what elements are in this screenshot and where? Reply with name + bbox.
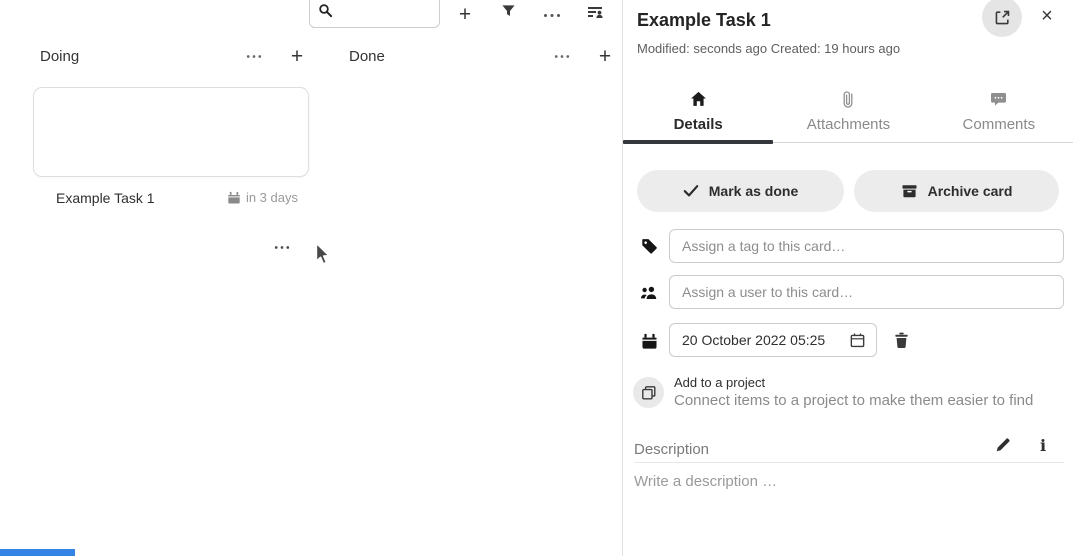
add-to-project-title[interactable]: Add to a project — [674, 375, 765, 390]
tag-icon — [640, 237, 658, 255]
mouse-cursor — [315, 242, 332, 272]
due-date-field[interactable]: 20 October 2022 05:25 — [669, 323, 877, 357]
tab-details[interactable]: Details — [623, 78, 773, 142]
due-label: in 3 days — [246, 190, 298, 205]
add-to-project-subtitle: Connect items to a project to make them … — [674, 392, 1033, 409]
button-label: Mark as done — [709, 183, 798, 199]
description-label: Description — [634, 441, 709, 458]
home-icon — [690, 90, 707, 108]
assign-tag-input[interactable] — [669, 229, 1064, 263]
trash-icon — [894, 332, 909, 349]
column-header-done: Done — [349, 44, 385, 68]
column-header-doing: Doing — [40, 44, 79, 68]
assignee-list-icon — [587, 4, 604, 25]
card-due-date: in 3 days — [227, 190, 298, 205]
archive-card-button[interactable]: Archive card — [854, 170, 1059, 212]
add-card-button[interactable]: + — [450, 0, 480, 28]
description-separator — [634, 462, 1064, 463]
board-menu-button[interactable] — [537, 0, 567, 28]
close-panel-button[interactable]: × — [1035, 4, 1059, 28]
column-done-menu-button[interactable] — [550, 44, 574, 68]
card-menu-button[interactable] — [270, 235, 294, 259]
search-input-box[interactable] — [309, 0, 440, 28]
panel-tabs: Details Attachments Comments — [623, 78, 1073, 143]
tab-label: Details — [674, 116, 723, 133]
edit-description-button[interactable] — [995, 436, 1012, 453]
mark-as-done-button[interactable]: Mark as done — [637, 170, 844, 212]
tab-attachments[interactable]: Attachments — [773, 78, 923, 142]
stacked-windows-icon — [641, 385, 657, 401]
date-picker-button[interactable] — [849, 332, 866, 349]
open-in-window-button[interactable] — [982, 0, 1022, 37]
users-icon — [640, 283, 658, 301]
tab-label: Comments — [963, 116, 1036, 133]
assign-user-input[interactable] — [669, 275, 1064, 309]
panel-title: Example Task 1 — [637, 10, 771, 31]
plus-icon: + — [599, 46, 611, 67]
search-input[interactable] — [337, 0, 437, 24]
description-info-button[interactable]: i — [1040, 436, 1046, 455]
button-label: Archive card — [928, 183, 1013, 199]
archive-icon — [901, 183, 918, 199]
filter-button[interactable] — [493, 0, 523, 28]
view-options-button[interactable] — [580, 0, 610, 28]
ellipsis-icon — [246, 54, 262, 59]
tab-label: Attachments — [807, 116, 890, 133]
comment-icon — [990, 90, 1007, 108]
plus-icon: + — [459, 4, 471, 25]
column-done-add-button[interactable]: + — [593, 44, 617, 68]
card-details-panel: Example Task 1 Modified: seconds ago Cre… — [622, 0, 1073, 556]
column-doing-add-button[interactable]: + — [285, 44, 309, 68]
project-badge[interactable] — [633, 377, 664, 408]
accent-progress-strip — [0, 549, 75, 556]
kanban-board: + Doing + Done + Example Task 1 — [0, 0, 622, 556]
funnel-icon — [501, 4, 516, 24]
tab-comments[interactable]: Comments — [924, 78, 1073, 142]
pencil-icon — [995, 436, 1012, 453]
task-card[interactable]: Example Task 1 in 3 days — [33, 87, 309, 177]
info-icon: i — [1040, 436, 1046, 455]
calendar-icon — [640, 332, 658, 350]
external-link-icon — [994, 9, 1011, 26]
ellipsis-icon — [543, 5, 561, 23]
column-doing-menu-button[interactable] — [242, 44, 266, 68]
ellipsis-icon — [554, 54, 570, 59]
check-icon — [683, 184, 699, 198]
description-placeholder[interactable]: Write a description … — [634, 473, 777, 490]
column-title: Doing — [40, 48, 79, 65]
due-date-value: 20 October 2022 05:25 — [682, 332, 849, 348]
calendar-outline-icon — [849, 332, 866, 349]
ellipsis-icon — [274, 245, 290, 250]
plus-icon: + — [291, 46, 303, 67]
search-icon — [318, 3, 333, 23]
column-title: Done — [349, 48, 385, 65]
panel-meta: Modified: seconds ago Created: 19 hours … — [637, 41, 900, 56]
paperclip-icon — [842, 90, 854, 108]
card-title: Example Task 1 — [56, 190, 155, 206]
calendar-icon — [227, 191, 241, 205]
remove-date-button[interactable] — [891, 330, 911, 350]
